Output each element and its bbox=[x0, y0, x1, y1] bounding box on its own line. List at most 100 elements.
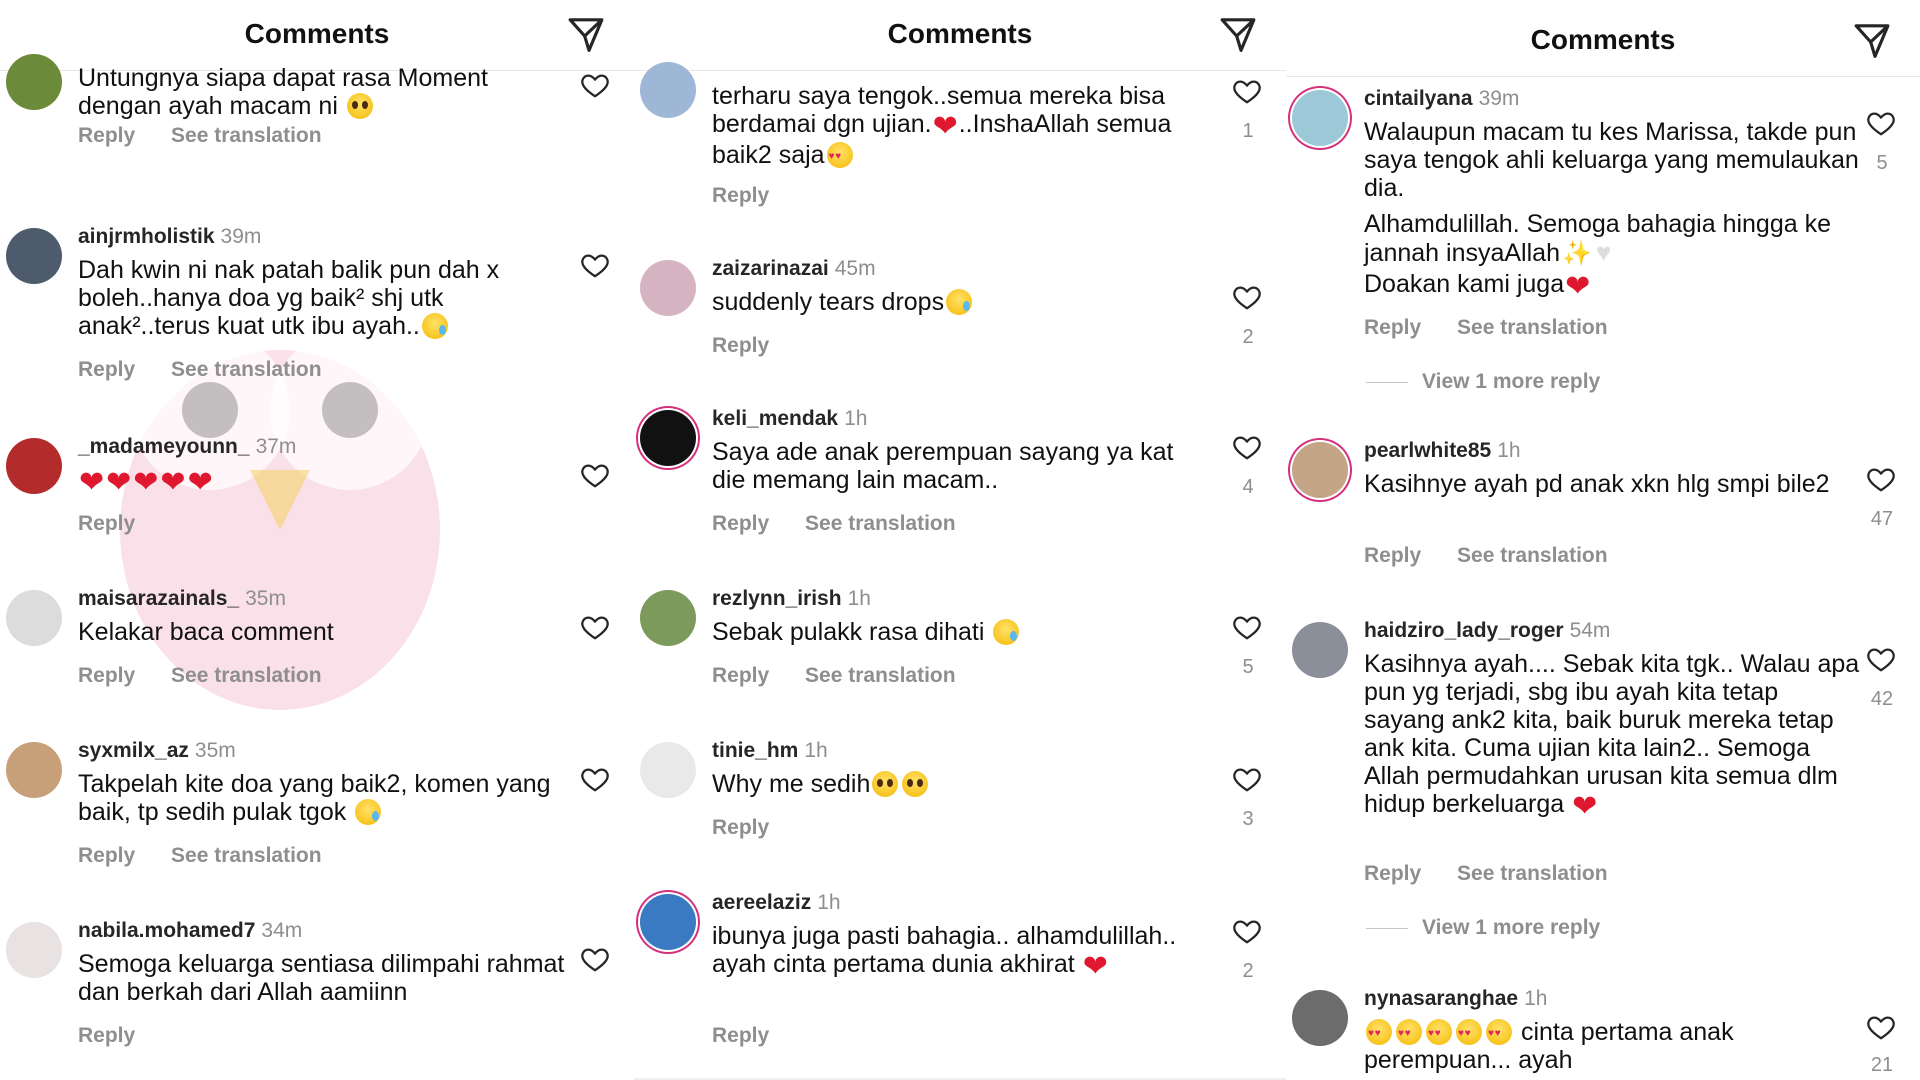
comment-actions: Reply See translation bbox=[1364, 862, 1638, 886]
heart-outline-icon[interactable] bbox=[1866, 108, 1896, 138]
heart-outline-icon[interactable] bbox=[1232, 612, 1262, 642]
avatar[interactable] bbox=[6, 590, 62, 646]
username[interactable]: aereelaziz bbox=[712, 891, 811, 914]
reply-button[interactable]: Reply bbox=[1364, 316, 1421, 339]
see-translation-button[interactable]: See translation bbox=[171, 124, 322, 147]
paper-plane-icon[interactable] bbox=[1218, 14, 1258, 54]
heart-outline-icon[interactable] bbox=[580, 944, 610, 974]
username[interactable]: maisarazainals_ bbox=[78, 587, 239, 610]
comments-header: Comments bbox=[634, 0, 1286, 71]
avatar[interactable] bbox=[1292, 622, 1348, 678]
heart-outline-icon[interactable] bbox=[580, 612, 610, 642]
heart-outline-icon[interactable] bbox=[1232, 432, 1262, 462]
heart-outline-icon[interactable] bbox=[1232, 916, 1262, 946]
avatar[interactable] bbox=[640, 742, 696, 798]
reply-button[interactable]: Reply bbox=[712, 184, 769, 207]
reply-button[interactable]: Reply bbox=[1364, 544, 1421, 567]
red-heart-icon: ❤ bbox=[187, 466, 213, 499]
avatar[interactable] bbox=[1292, 990, 1348, 1046]
heart-outline-icon[interactable] bbox=[1232, 76, 1262, 106]
heart-outline-icon[interactable] bbox=[1232, 282, 1262, 312]
reply-button[interactable]: Reply bbox=[78, 512, 135, 535]
see-translation-button[interactable]: See translation bbox=[171, 358, 322, 381]
username[interactable]: tinie_hm bbox=[712, 739, 798, 762]
avatar[interactable] bbox=[6, 922, 62, 978]
heart-outline-icon[interactable] bbox=[1866, 644, 1896, 674]
timestamp: 54m bbox=[1569, 619, 1611, 642]
header-title: Comments bbox=[244, 18, 390, 49]
like-count: 1 bbox=[1242, 120, 1254, 142]
avatar[interactable] bbox=[1292, 90, 1348, 146]
reply-button[interactable]: Reply bbox=[712, 816, 769, 839]
comment-text: Dah kwin ni nak patah balik pun dah x bo… bbox=[78, 256, 500, 340]
username[interactable]: syxmilx_az bbox=[78, 739, 189, 762]
see-translation-button[interactable]: See translation bbox=[805, 664, 956, 687]
comment-text: Sebak pulakk rasa dihati bbox=[712, 618, 1212, 646]
comment-meta: tinie_hm 1h bbox=[712, 738, 828, 764]
avatar[interactable] bbox=[6, 54, 62, 110]
reply-button[interactable]: Reply bbox=[712, 334, 769, 357]
avatar[interactable] bbox=[640, 410, 696, 466]
username[interactable]: _madameyounn_ bbox=[78, 435, 250, 458]
like-count: 4 bbox=[1242, 476, 1254, 498]
username[interactable]: rezlynn_irish bbox=[712, 587, 842, 610]
heart-outline-icon[interactable] bbox=[580, 460, 610, 490]
reply-button[interactable]: Reply bbox=[712, 664, 769, 687]
avatar[interactable] bbox=[640, 590, 696, 646]
username[interactable]: keli_mendak bbox=[712, 407, 838, 430]
paper-plane-icon[interactable] bbox=[566, 14, 606, 54]
comment-actions: Reply bbox=[78, 1024, 165, 1048]
username[interactable]: nynasaranghae bbox=[1364, 987, 1518, 1010]
username[interactable]: nabila.mohamed7 bbox=[78, 919, 255, 942]
comment-meta: haidziro_lady_roger 54m bbox=[1364, 618, 1610, 644]
username[interactable]: zaizarinazai bbox=[712, 257, 829, 280]
comment-actions: Reply bbox=[712, 184, 799, 208]
view-more-replies[interactable]: View 1 more reply bbox=[1366, 916, 1600, 940]
view-more-replies[interactable]: View 1 more reply bbox=[1366, 370, 1600, 394]
paper-plane-icon[interactable] bbox=[1852, 20, 1892, 60]
reply-button[interactable]: Reply bbox=[78, 844, 135, 867]
reply-button[interactable]: Reply bbox=[712, 1024, 769, 1047]
username[interactable]: haidziro_lady_roger bbox=[1364, 619, 1564, 642]
avatar[interactable] bbox=[1292, 442, 1348, 498]
comment-text: Alhamdulillah. Semoga bahagia hingga ke … bbox=[1364, 210, 1831, 267]
reply-button[interactable]: Reply bbox=[1364, 862, 1421, 885]
reply-button[interactable]: Reply bbox=[78, 664, 135, 687]
comment-meta: cintailyana 39m bbox=[1364, 86, 1519, 112]
heart-outline-icon[interactable] bbox=[1866, 1012, 1896, 1042]
avatar[interactable] bbox=[6, 228, 62, 284]
timestamp: 35m bbox=[194, 739, 236, 762]
username[interactable]: ainjrmholistik bbox=[78, 225, 215, 248]
username[interactable]: cintailyana bbox=[1364, 87, 1473, 110]
reply-button[interactable]: Reply bbox=[712, 512, 769, 535]
avatar[interactable] bbox=[6, 438, 62, 494]
comments-header: Comments bbox=[1286, 6, 1920, 77]
heart-outline-icon[interactable] bbox=[1866, 464, 1896, 494]
see-translation-button[interactable]: See translation bbox=[171, 664, 322, 687]
reply-button[interactable]: Reply bbox=[78, 358, 135, 381]
see-translation-button[interactable]: See translation bbox=[1457, 862, 1608, 885]
reply-button[interactable]: Reply bbox=[78, 1024, 135, 1047]
see-translation-button[interactable]: See translation bbox=[805, 512, 956, 535]
see-translation-button[interactable]: See translation bbox=[1457, 544, 1608, 567]
avatar[interactable] bbox=[640, 260, 696, 316]
heart-outline-icon[interactable] bbox=[1232, 764, 1262, 794]
comment-meta: pearlwhite85 1h bbox=[1364, 438, 1521, 464]
reply-button[interactable]: Reply bbox=[78, 124, 135, 147]
timestamp: 37m bbox=[255, 435, 297, 458]
avatar[interactable] bbox=[640, 894, 696, 950]
comment-meta: nynasaranghae 1h bbox=[1364, 986, 1547, 1012]
red-heart-icon: ❤ bbox=[1565, 270, 1591, 303]
see-translation-button[interactable]: See translation bbox=[1457, 316, 1608, 339]
heart-outline-icon[interactable] bbox=[580, 250, 610, 280]
heart-outline-icon[interactable] bbox=[580, 764, 610, 794]
like-count: 2 bbox=[1242, 326, 1254, 348]
comment-text: Walaupun macam tu kes Marissa, takde pun… bbox=[1364, 118, 1859, 202]
timestamp: 1h bbox=[847, 587, 871, 610]
username[interactable]: pearlwhite85 bbox=[1364, 439, 1491, 462]
see-translation-button[interactable]: See translation bbox=[171, 844, 322, 867]
avatar[interactable] bbox=[6, 742, 62, 798]
heart-outline-icon[interactable] bbox=[580, 70, 610, 100]
avatar[interactable] bbox=[640, 62, 696, 118]
comments-panel-2: Comments terharu saya tengok..semua mere… bbox=[634, 0, 1286, 1080]
